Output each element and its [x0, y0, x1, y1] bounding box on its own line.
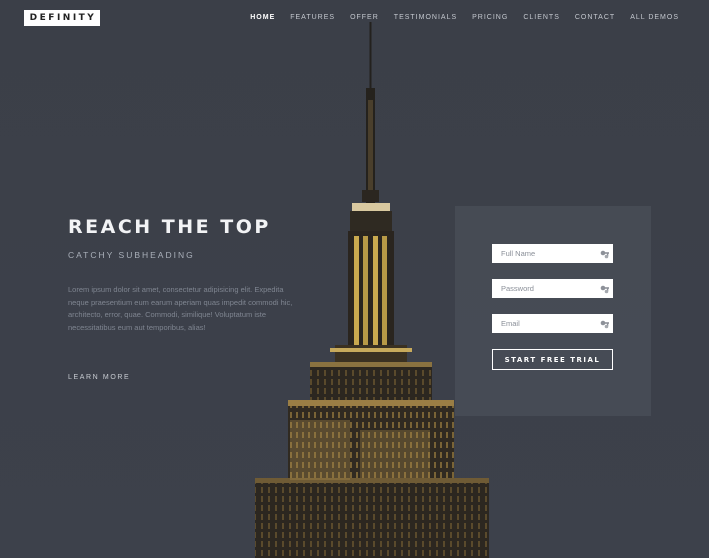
brand-logo[interactable]: DEFINITY — [24, 10, 100, 26]
autofill-key-icon[interactable] — [600, 319, 610, 329]
start-free-trial-button[interactable]: START FREE TRIAL — [492, 349, 613, 370]
signup-form-panel: START FREE TRIAL — [455, 206, 651, 416]
nav-item-features[interactable]: FEATURES — [290, 13, 335, 23]
full-name-input[interactable] — [492, 245, 601, 262]
hero-subtitle: CATCHY SUBHEADING — [68, 250, 195, 260]
nav-item-clients[interactable]: CLIENTS — [523, 13, 560, 23]
learn-more-link[interactable]: LEARN MORE — [68, 374, 130, 381]
password-input[interactable] — [492, 280, 601, 297]
email-input[interactable] — [492, 315, 601, 332]
nav-item-pricing[interactable]: PRICING — [472, 13, 508, 23]
password-field-wrapper — [492, 279, 613, 298]
nav-item-all-demos[interactable]: ALL DEMOS — [630, 13, 679, 23]
nav-item-home[interactable]: HOME — [250, 13, 275, 23]
nav-item-offer[interactable]: OFFER — [350, 13, 379, 23]
autofill-key-icon[interactable] — [600, 249, 610, 259]
email-field-wrapper — [492, 314, 613, 333]
hero-title: REACH THE TOP — [68, 216, 271, 238]
nav-item-contact[interactable]: CONTACT — [575, 13, 615, 23]
full-name-field-wrapper — [492, 244, 613, 263]
top-navigation: HOME FEATURES OFFER TESTIMONIALS PRICING… — [235, 13, 679, 23]
autofill-key-icon[interactable] — [600, 284, 610, 294]
nav-item-testimonials[interactable]: TESTIMONIALS — [394, 13, 457, 23]
hero-body-text: Lorem ipsum dolor sit amet, consectetur … — [68, 285, 293, 332]
page-content: DEFINITY HOME FEATURES OFFER TESTIMONIAL… — [0, 0, 709, 558]
